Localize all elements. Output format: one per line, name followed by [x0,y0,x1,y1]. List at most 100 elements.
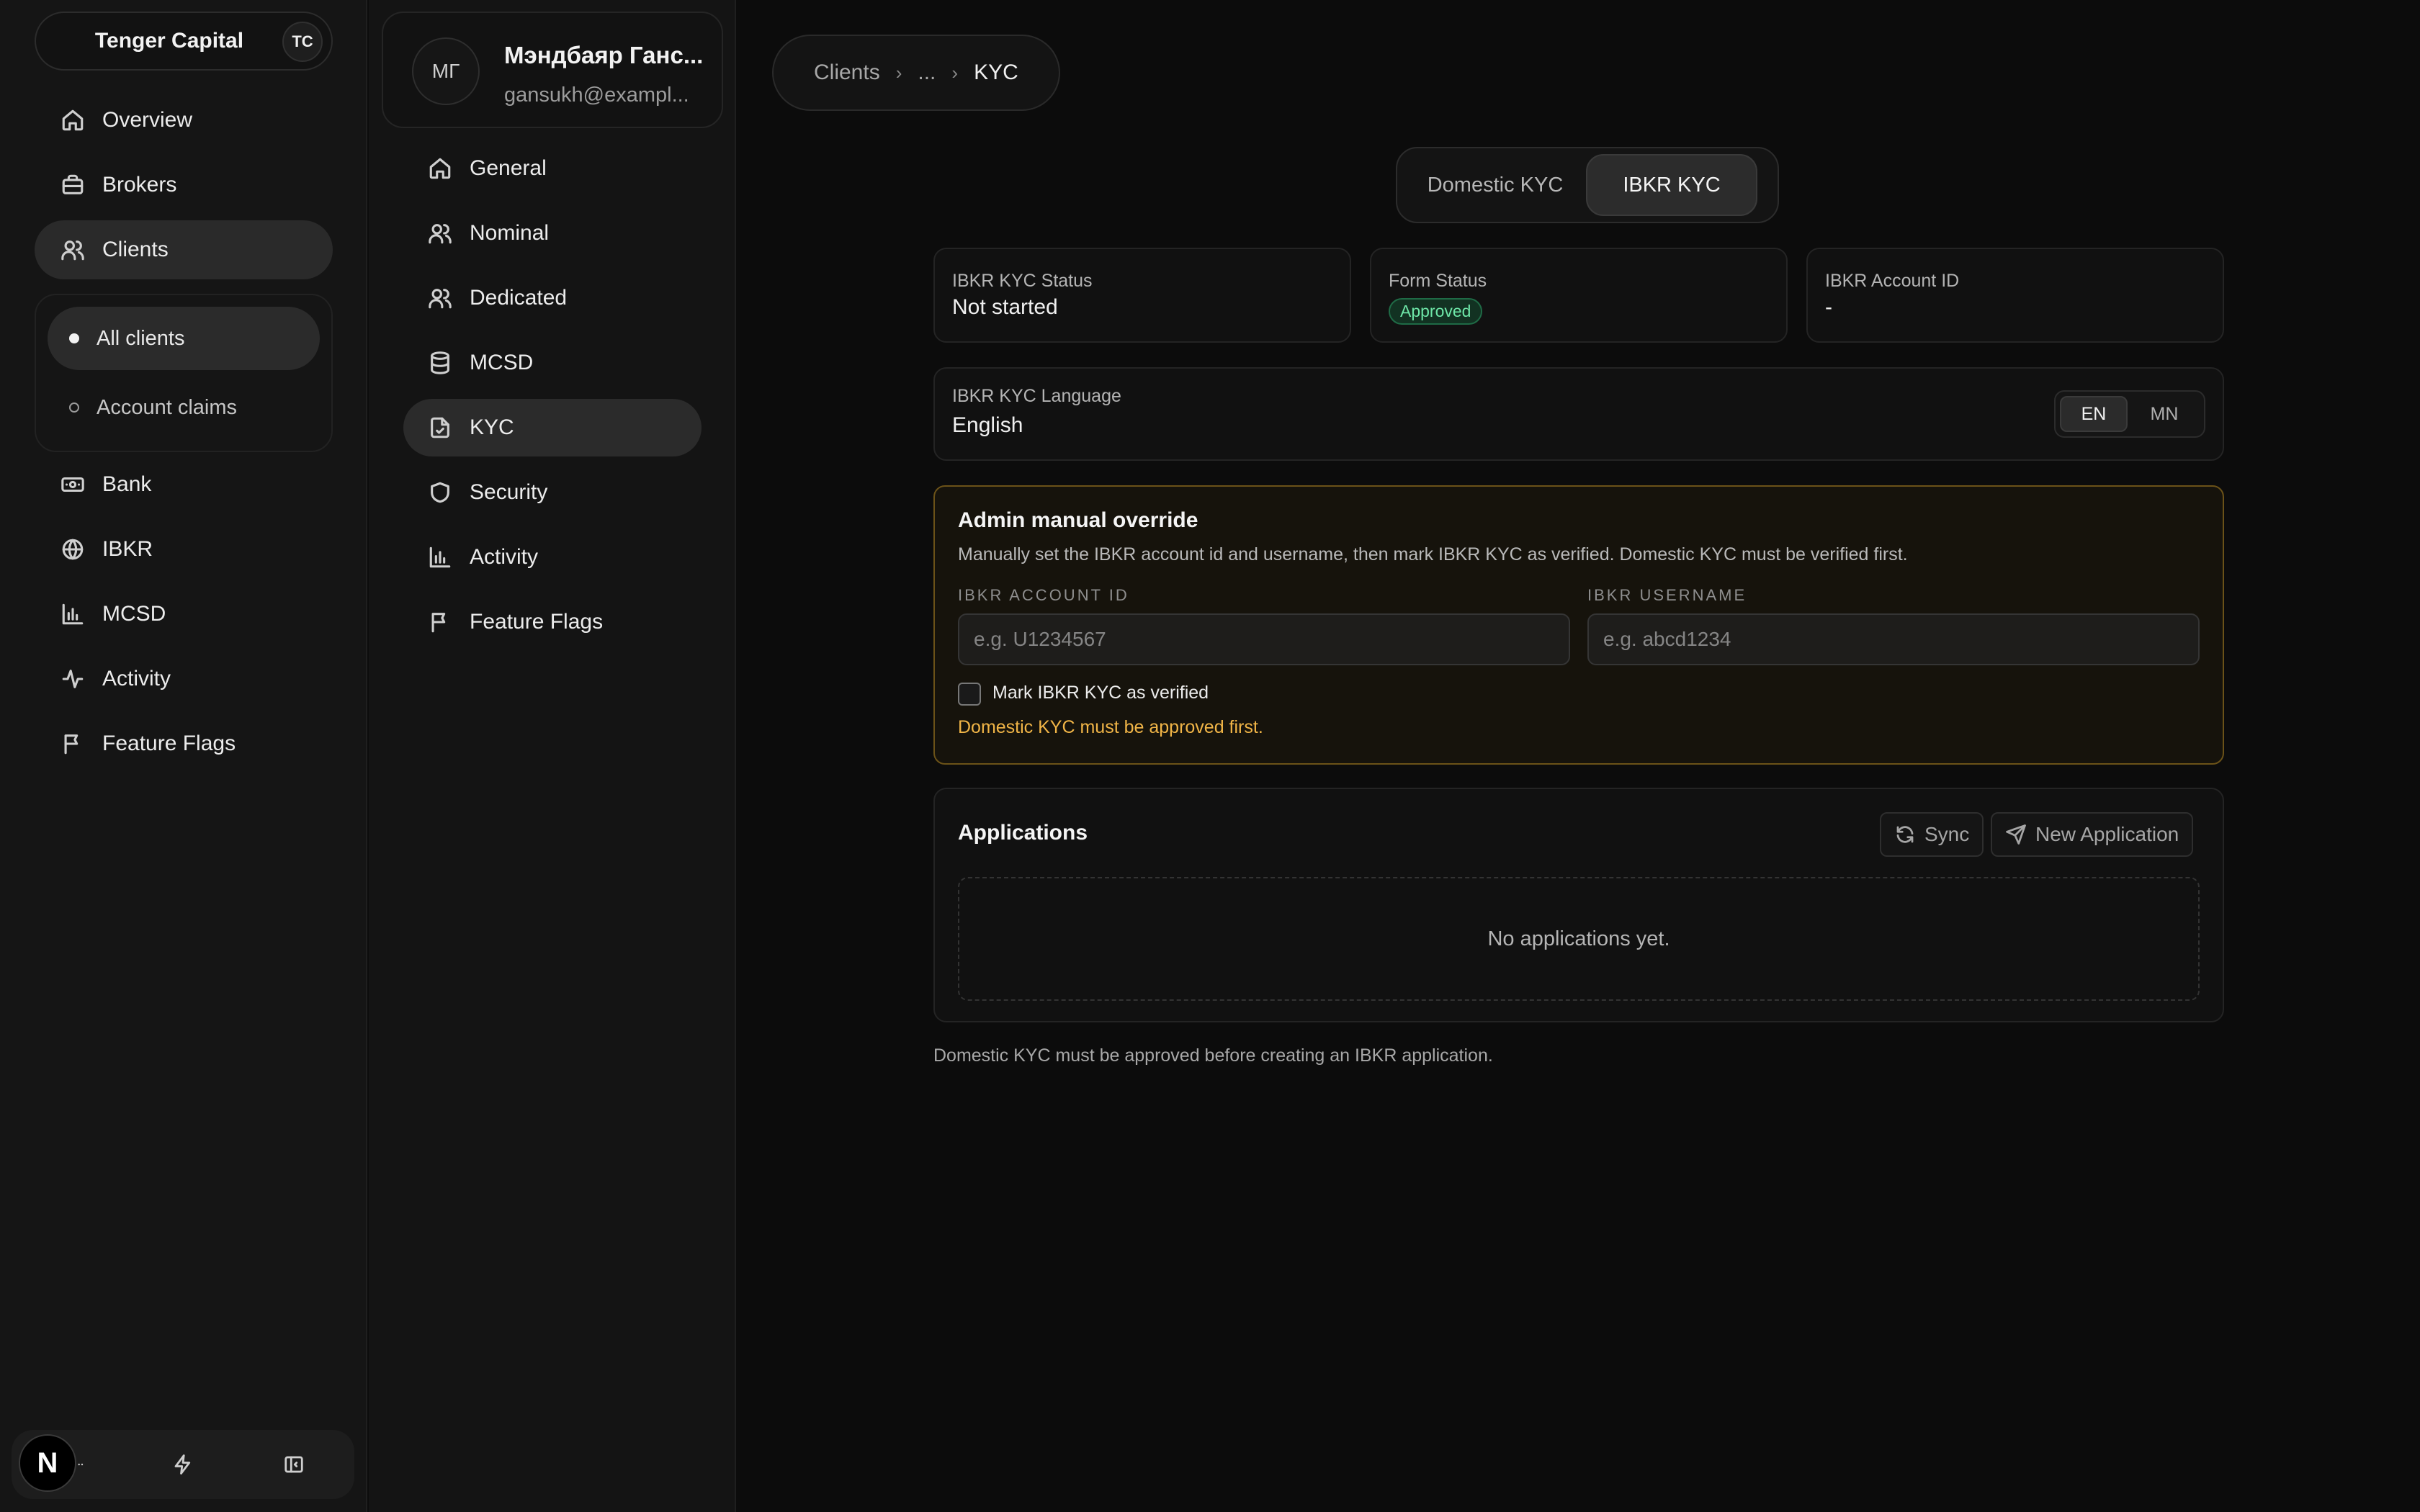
tab-ibkr-kyc[interactable]: IBKR KYC [1586,154,1757,216]
account-id-value: - [1825,295,1832,319]
admin-override-panel: Admin manual override Manually set the I… [933,485,2224,765]
sidebar-collapse-icon [284,1456,303,1473]
client-nav-mcsd[interactable]: MCSD [403,334,702,392]
users-icon [429,289,452,309]
breadcrumb-current: KYC [974,60,1018,84]
override-warning: Domestic KYC must be approved first. [958,717,1263,737]
nav-clients[interactable]: Clients [35,220,333,279]
account-id-card: IBKR Account ID - [1806,248,2224,343]
chevron-right-icon: › [951,61,959,84]
kyc-status-card: IBKR KYC Status Not started [933,248,1351,343]
client-nav-feature-flags[interactable]: Feature Flags [403,593,702,651]
form-status-card: Form Status Approved [1370,248,1788,343]
submenu-account-claims-label: Account claims [97,395,238,419]
sync-button[interactable]: Sync [1880,812,1984,857]
client-nav-kyc-label: KYC [470,415,514,439]
kyc-type-tabs: Domestic KYC IBKR KYC [1396,147,1779,223]
language-option-en[interactable]: EN [2060,396,2128,432]
flag-icon [64,734,79,755]
tab-domestic-kyc[interactable]: Domestic KYC [1403,154,1587,216]
nav-ibkr[interactable]: IBKR [35,520,333,579]
override-description: Manually set the IBKR account id and use… [958,544,1908,564]
status-badge: Approved [1389,298,1483,325]
submenu-all-clients[interactable]: All clients [48,307,320,370]
main-sidebar: Tenger Capital TC Overview Brokers Clien… [0,0,367,1512]
client-nav-activity[interactable]: Activity [403,528,702,586]
shield-icon [431,482,449,503]
avatar: МГ [412,37,480,105]
home-icon [429,158,451,179]
account-id-label: IBKR Account ID [1825,271,1960,291]
client-email: gansukh@exampl... [504,84,689,107]
mark-verified-label: Mark IBKR KYC as verified [992,683,1209,703]
language-toggle: EN MN [2054,390,2205,438]
bullet-filled-icon [69,333,79,343]
ibkr-username-input[interactable] [1587,613,2200,665]
brand-badge: TC [282,22,323,62]
client-sidebar: МГ Мэндбаяр Ганс... gansukh@exampl... Ge… [369,0,736,1512]
client-nav-dedicated-label: Dedicated [470,286,568,310]
breadcrumb-clients[interactable]: Clients [814,60,880,85]
bar-chart-icon [429,546,451,568]
sync-label: Sync [1924,823,1970,845]
main-content: Clients › ... › KYC Domestic KYC IBKR KY… [738,0,2420,1512]
client-nav-mcsd-label: MCSD [470,351,534,374]
client-nav-activity-label: Activity [470,545,539,569]
collapse-sidebar-button[interactable] [272,1443,315,1486]
submenu-all-clients-label: All clients [97,326,185,350]
chevron-right-icon: › [895,61,902,84]
submenu-account-claims[interactable]: Account claims [48,376,320,439]
nav-mcsd[interactable]: MCSD [35,585,333,644]
users-icon [429,224,452,244]
client-nav-nominal[interactable]: Nominal [403,204,702,262]
activity-icon [62,670,84,688]
form-status-label: Form Status [1389,271,1487,291]
quick-actions-button[interactable] [161,1443,205,1486]
database-icon [431,351,449,374]
client-nav-general[interactable]: General [403,140,702,197]
banknote-icon [61,477,84,492]
footnote: Domestic KYC must be approved before cre… [933,1045,1493,1066]
new-application-button[interactable]: New Application [1991,812,2194,857]
bar-chart-icon [62,603,84,625]
nav-brokers[interactable]: Brokers [35,156,333,215]
language-value: English [952,413,1023,437]
nav-activity-label: Activity [102,667,171,690]
applications-panel: Applications Sync New Application No app… [933,788,2224,1022]
client-nav-kyc[interactable]: KYC [403,399,702,456]
nav-feature-flags-label: Feature Flags [102,732,236,755]
nav-feature-flags[interactable]: Feature Flags [35,714,333,773]
clients-submenu: All clients Account claims [35,294,333,452]
brand-switcher[interactable]: Tenger Capital TC [35,12,333,71]
kyc-status-label: IBKR KYC Status [952,271,1093,291]
client-nav-feature-flags-label: Feature Flags [470,610,604,634]
client-nav-general-label: General [470,156,547,180]
client-nav-security-label: Security [470,480,548,504]
file-check-icon [431,417,449,438]
nav-brokers-label: Brokers [102,173,177,197]
client-nav-security[interactable]: Security [403,464,702,521]
nav-bank-label: Bank [102,472,152,496]
account-id-field-label: IBKR ACCOUNT ID [958,586,1129,604]
breadcrumb: Clients › ... › KYC [772,35,1060,111]
nav-clients-label: Clients [102,238,169,261]
mark-verified-checkbox[interactable] [958,683,981,706]
nav-overview[interactable]: Overview [35,91,333,150]
users-icon [61,240,84,261]
bullet-ring-icon [69,402,79,413]
kyc-status-value: Not started [952,295,1058,319]
nav-bank[interactable]: Bank [35,455,333,514]
nav-activity[interactable]: Activity [35,649,333,708]
nextjs-logo[interactable]: N [19,1434,76,1492]
lightning-icon [174,1454,191,1475]
brand-name: Tenger Capital [94,29,244,53]
nav-ibkr-label: IBKR [102,537,153,561]
client-card: МГ Мэндбаяр Ганс... gansukh@exampl... [382,12,723,128]
flag-icon [431,613,446,633]
language-option-mn[interactable]: MN [2130,396,2198,432]
client-nav-dedicated[interactable]: Dedicated [403,269,702,327]
breadcrumb-ellipsis[interactable]: ... [918,60,936,85]
ibkr-account-id-input[interactable] [958,613,1570,665]
client-nav-nominal-label: Nominal [470,221,550,245]
override-title: Admin manual override [958,508,1198,532]
